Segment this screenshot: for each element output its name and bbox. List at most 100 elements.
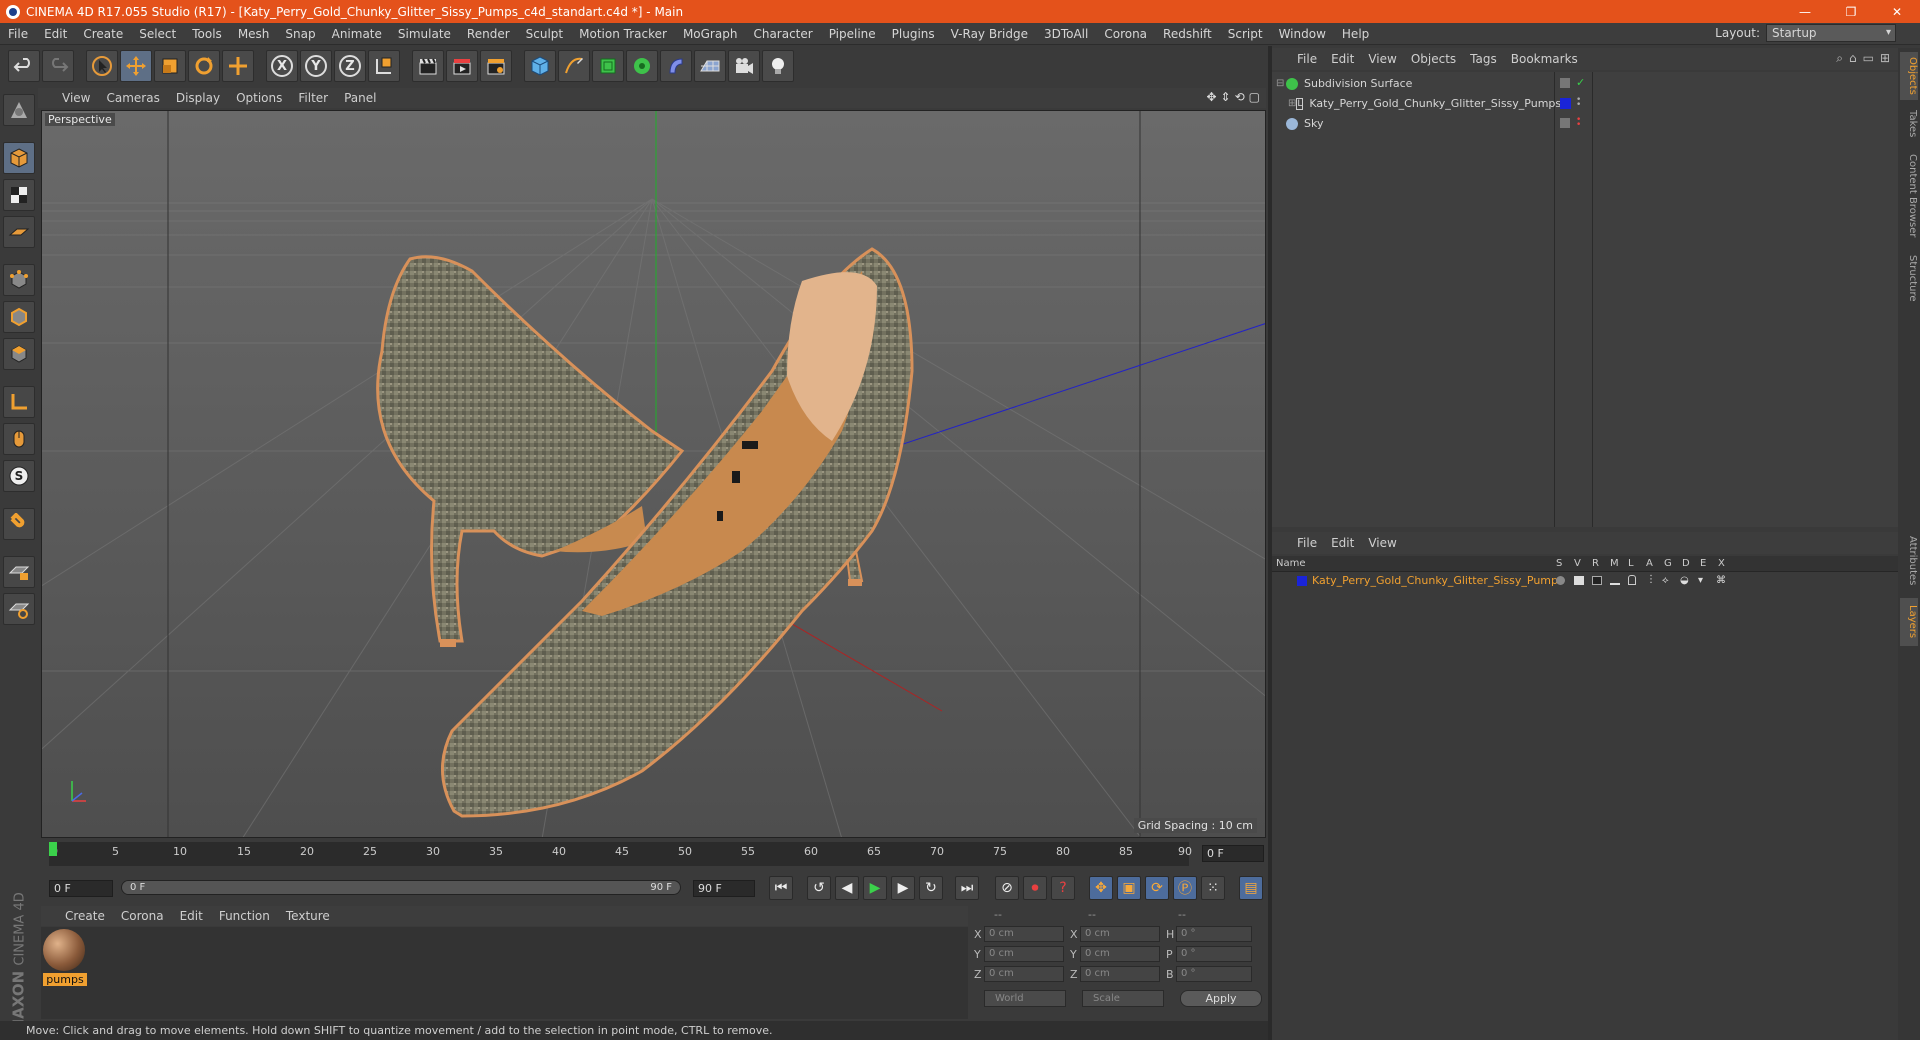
viewport-menu-options[interactable]: Options <box>228 91 290 105</box>
position-y-field[interactable]: 0 cm <box>984 946 1064 962</box>
spline-pen-button[interactable] <box>558 50 590 82</box>
enabled-check-icon[interactable]: ✓ <box>1576 76 1585 89</box>
live-selection-button[interactable] <box>86 50 118 82</box>
deformer-icon[interactable]: ◒ <box>1680 575 1689 586</box>
tab-takes[interactable]: Takes <box>1900 104 1918 144</box>
layer-col-locked[interactable]: L <box>1628 558 1634 569</box>
menu-render[interactable]: Render <box>459 23 518 45</box>
orbit-icon[interactable]: ⟲ <box>1235 90 1245 104</box>
lock-workplane-button[interactable] <box>3 556 35 588</box>
menu-plugins[interactable]: Plugins <box>884 23 943 45</box>
visibility-dots-icon[interactable]: • • <box>1576 116 1581 130</box>
record-parameter-button[interactable]: Ⓟ <box>1173 876 1197 900</box>
points-mode-button[interactable] <box>3 264 35 296</box>
viewport-menu-view[interactable]: View <box>54 91 98 105</box>
objects-menu-bookmarks[interactable]: Bookmarks <box>1504 52 1585 66</box>
z-axis-lock-button[interactable]: Z <box>334 50 366 82</box>
menu-script[interactable]: Script <box>1220 23 1271 45</box>
layer-col-solo[interactable]: S <box>1556 558 1562 569</box>
layer-col-deformers[interactable]: D <box>1682 558 1690 569</box>
current-frame-field[interactable]: 0 F <box>1202 845 1264 862</box>
keyframe-selection-button[interactable]: ? <box>1051 876 1075 900</box>
display-tag-icon[interactable] <box>1560 118 1570 128</box>
edges-mode-button[interactable] <box>3 301 35 333</box>
layer-col-xref[interactable]: X <box>1718 558 1725 569</box>
menu-window[interactable]: Window <box>1271 23 1334 45</box>
viewport-menu-panel[interactable]: Panel <box>336 91 384 105</box>
menu-vray-bridge[interactable]: V-Ray Bridge <box>943 23 1036 45</box>
layer-color-icon[interactable] <box>1560 98 1571 109</box>
record-keys-button[interactable]: ⊘ <box>995 876 1019 900</box>
go-to-start-button[interactable]: ⏮ <box>769 876 793 900</box>
size-y-field[interactable]: 0 cm <box>1080 946 1160 962</box>
tab-layers[interactable]: Layers <box>1900 598 1918 646</box>
menu-character[interactable]: Character <box>745 23 820 45</box>
menu-file[interactable]: File <box>0 23 36 45</box>
viewport-camera-label[interactable]: Perspective <box>45 113 115 126</box>
objects-menu-view[interactable]: View <box>1361 52 1403 66</box>
layer-col-animation[interactable]: A <box>1646 558 1653 569</box>
material-menu-texture[interactable]: Texture <box>278 909 338 923</box>
playhead[interactable] <box>49 842 57 856</box>
rotation-p-field[interactable]: 0 ° <box>1176 946 1252 962</box>
object-row[interactable]: Sky • • <box>1272 114 1898 133</box>
menu-edit[interactable]: Edit <box>36 23 75 45</box>
layers-menu-view[interactable]: View <box>1361 536 1403 550</box>
timeline-ruler[interactable]: 0 5 10 15 20 25 30 35 40 45 50 55 60 65 … <box>49 842 1192 866</box>
layer-row[interactable]: Katy_Perry_Gold_Chunky_Glitter_Sissy_Pum… <box>1272 573 1898 589</box>
axis-mode-button[interactable] <box>3 386 35 418</box>
next-frame-button[interactable]: ▶ <box>891 876 915 900</box>
solo-button[interactable]: S <box>3 460 35 492</box>
menu-help[interactable]: Help <box>1334 23 1377 45</box>
objects-menu-tags[interactable]: Tags <box>1463 52 1504 66</box>
previous-key-button[interactable]: ↺ <box>807 876 831 900</box>
undo-button[interactable] <box>8 50 40 82</box>
play-button[interactable]: ▶ <box>863 876 887 900</box>
camera-button[interactable] <box>728 50 760 82</box>
tab-content-browser[interactable]: Content Browser <box>1900 148 1918 244</box>
coordinate-mode-select[interactable]: Scale <box>1082 990 1164 1007</box>
undock-icon[interactable]: ▭ <box>1863 51 1874 66</box>
objects-menu-edit[interactable]: Edit <box>1324 52 1361 66</box>
viewport-menu-filter[interactable]: Filter <box>290 91 336 105</box>
close-button[interactable]: ✕ <box>1874 0 1920 23</box>
layout-select[interactable]: Startup <box>1766 24 1896 42</box>
rotation-b-field[interactable]: 0 ° <box>1176 966 1252 982</box>
layer-color-swatch[interactable] <box>1297 576 1307 586</box>
lock-icon[interactable] <box>1628 575 1636 585</box>
preview-range-slider[interactable]: 0 F 90 F <box>121 880 681 895</box>
pan-icon[interactable]: ✥ <box>1206 90 1216 104</box>
expand-icon[interactable]: ⊞ <box>1288 98 1296 109</box>
menu-3dtoall[interactable]: 3DToAll <box>1036 23 1096 45</box>
move-tool-button[interactable] <box>120 50 152 82</box>
layers-menu-file[interactable]: File <box>1290 536 1324 550</box>
menu-corona[interactable]: Corona <box>1096 23 1155 45</box>
generator-icon[interactable]: ⟡ <box>1662 575 1669 586</box>
render-picture-viewer-button[interactable] <box>446 50 478 82</box>
x-axis-lock-button[interactable]: X <box>266 50 298 82</box>
home-icon[interactable]: ⌂ <box>1849 51 1857 66</box>
rotation-h-field[interactable]: 0 ° <box>1176 926 1252 942</box>
layer-col-expressions[interactable]: E <box>1700 558 1706 569</box>
viewport-menu-cameras[interactable]: Cameras <box>98 91 167 105</box>
toggle-view-icon[interactable]: ▢ <box>1249 90 1260 104</box>
menu-simulate[interactable]: Simulate <box>390 23 459 45</box>
workplane-mode-button[interactable] <box>3 216 35 248</box>
record-scale-button[interactable]: ▣ <box>1117 876 1141 900</box>
tab-attributes[interactable]: Attributes <box>1900 528 1918 594</box>
objects-menu-file[interactable]: File <box>1290 52 1324 66</box>
tweak-mode-button[interactable] <box>3 423 35 455</box>
solo-dot-icon[interactable] <box>1556 576 1565 585</box>
viewport-menu-display[interactable]: Display <box>168 91 228 105</box>
menu-redshift[interactable]: Redshift <box>1155 23 1220 45</box>
objects-menu-objects[interactable]: Objects <box>1404 52 1463 66</box>
material-swatch[interactable]: pumps <box>43 929 87 987</box>
menu-snap[interactable]: Snap <box>277 23 323 45</box>
menu-animate[interactable]: Animate <box>324 23 390 45</box>
maximize-button[interactable]: ❐ <box>1828 0 1874 23</box>
coordinate-space-select[interactable]: World <box>984 990 1066 1007</box>
dolly-icon[interactable]: ⇕ <box>1221 90 1231 104</box>
object-row[interactable]: ⊟ Subdivision Surface ✓ <box>1272 74 1898 93</box>
menu-motion-tracker[interactable]: Motion Tracker <box>571 23 675 45</box>
record-pla-button[interactable]: ⁙ <box>1201 876 1225 900</box>
